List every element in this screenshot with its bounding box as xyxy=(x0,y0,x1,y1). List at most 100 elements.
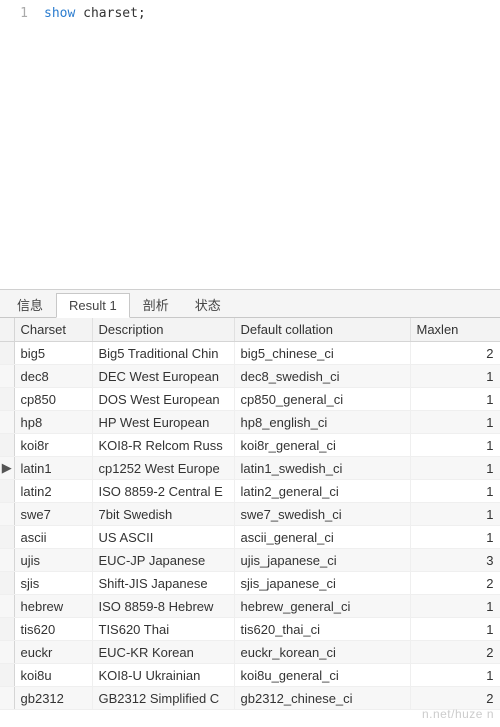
cell-charset[interactable]: latin2 xyxy=(14,480,92,503)
cell-maxlen[interactable]: 1 xyxy=(410,388,500,411)
cell-charset[interactable]: swe7 xyxy=(14,503,92,526)
cell-collation[interactable]: hp8_english_ci xyxy=(234,411,410,434)
table-row[interactable]: hebrewISO 8859-8 Hebrewhebrew_general_ci… xyxy=(0,595,500,618)
editor-code[interactable]: show charset; xyxy=(44,6,146,21)
table-row[interactable]: tis620TIS620 Thaitis620_thai_ci1 xyxy=(0,618,500,641)
row-marker xyxy=(0,480,14,503)
cell-description[interactable]: HP West European xyxy=(92,411,234,434)
cell-charset[interactable]: latin1 xyxy=(14,457,92,480)
cell-charset[interactable]: gb2312 xyxy=(14,687,92,710)
col-description[interactable]: Description xyxy=(92,318,234,342)
col-collation[interactable]: Default collation xyxy=(234,318,410,342)
cell-collation[interactable]: big5_chinese_ci xyxy=(234,342,410,365)
cell-collation[interactable]: dec8_swedish_ci xyxy=(234,365,410,388)
cell-collation[interactable]: koi8r_general_ci xyxy=(234,434,410,457)
cell-maxlen[interactable]: 3 xyxy=(410,549,500,572)
grid-header-row: Charset Description Default collation Ma… xyxy=(0,318,500,342)
table-row[interactable]: asciiUS ASCIIascii_general_ci1 xyxy=(0,526,500,549)
tab-status[interactable]: 状态 xyxy=(182,290,234,318)
table-row[interactable]: dec8DEC West Europeandec8_swedish_ci1 xyxy=(0,365,500,388)
table-row[interactable]: ujisEUC-JP Japaneseujis_japanese_ci3 xyxy=(0,549,500,572)
cell-maxlen[interactable]: 1 xyxy=(410,664,500,687)
cell-collation[interactable]: ascii_general_ci xyxy=(234,526,410,549)
col-charset[interactable]: Charset xyxy=(14,318,92,342)
tab-info[interactable]: 信息 xyxy=(4,290,56,318)
row-marker-header xyxy=(0,318,14,342)
cell-description[interactable]: GB2312 Simplified C xyxy=(92,687,234,710)
table-row[interactable]: ▶latin1cp1252 West Europelatin1_swedish_… xyxy=(0,457,500,480)
cell-description[interactable]: ISO 8859-2 Central E xyxy=(92,480,234,503)
row-marker xyxy=(0,572,14,595)
cell-maxlen[interactable]: 2 xyxy=(410,641,500,664)
cell-maxlen[interactable]: 1 xyxy=(410,457,500,480)
cell-collation[interactable]: cp850_general_ci xyxy=(234,388,410,411)
table-row[interactable]: euckrEUC-KR Koreaneuckr_korean_ci2 xyxy=(0,641,500,664)
cell-collation[interactable]: koi8u_general_ci xyxy=(234,664,410,687)
cell-maxlen[interactable]: 1 xyxy=(410,434,500,457)
cell-description[interactable]: cp1252 West Europe xyxy=(92,457,234,480)
cell-maxlen[interactable]: 1 xyxy=(410,526,500,549)
cell-maxlen[interactable]: 1 xyxy=(410,411,500,434)
cell-description[interactable]: 7bit Swedish xyxy=(92,503,234,526)
cell-charset[interactable]: cp850 xyxy=(14,388,92,411)
cell-description[interactable]: EUC-JP Japanese xyxy=(92,549,234,572)
table-row[interactable]: cp850DOS West Europeancp850_general_ci1 xyxy=(0,388,500,411)
cell-description[interactable]: DOS West European xyxy=(92,388,234,411)
cell-description[interactable]: TIS620 Thai xyxy=(92,618,234,641)
cell-maxlen[interactable]: 2 xyxy=(410,687,500,710)
table-row[interactable]: gb2312GB2312 Simplified Cgb2312_chinese_… xyxy=(0,687,500,710)
cell-description[interactable]: Big5 Traditional Chin xyxy=(92,342,234,365)
cell-maxlen[interactable]: 2 xyxy=(410,572,500,595)
cell-description[interactable]: KOI8-U Ukrainian xyxy=(92,664,234,687)
cell-charset[interactable]: tis620 xyxy=(14,618,92,641)
cell-collation[interactable]: euckr_korean_ci xyxy=(234,641,410,664)
cell-charset[interactable]: hebrew xyxy=(14,595,92,618)
cell-maxlen[interactable]: 1 xyxy=(410,503,500,526)
cell-collation[interactable]: hebrew_general_ci xyxy=(234,595,410,618)
cell-description[interactable]: ISO 8859-8 Hebrew xyxy=(92,595,234,618)
row-marker xyxy=(0,687,14,710)
sql-editor-pane[interactable]: 1 show charset; xyxy=(0,0,500,290)
cell-charset[interactable]: ascii xyxy=(14,526,92,549)
cell-collation[interactable]: latin2_general_ci xyxy=(234,480,410,503)
cell-maxlen[interactable]: 1 xyxy=(410,618,500,641)
cell-maxlen[interactable]: 1 xyxy=(410,480,500,503)
result-grid[interactable]: Charset Description Default collation Ma… xyxy=(0,318,500,710)
cell-charset[interactable]: ujis xyxy=(14,549,92,572)
cell-charset[interactable]: koi8u xyxy=(14,664,92,687)
cell-charset[interactable]: euckr xyxy=(14,641,92,664)
result-grid-wrap[interactable]: Charset Description Default collation Ma… xyxy=(0,318,500,727)
cell-charset[interactable]: sjis xyxy=(14,572,92,595)
cell-collation[interactable]: gb2312_chinese_ci xyxy=(234,687,410,710)
cell-description[interactable]: KOI8-R Relcom Russ xyxy=(92,434,234,457)
cell-maxlen[interactable]: 2 xyxy=(410,342,500,365)
cell-charset[interactable]: koi8r xyxy=(14,434,92,457)
col-maxlen[interactable]: Maxlen xyxy=(410,318,500,342)
cell-charset[interactable]: dec8 xyxy=(14,365,92,388)
row-marker xyxy=(0,549,14,572)
cell-description[interactable]: Shift-JIS Japanese xyxy=(92,572,234,595)
cell-collation[interactable]: ujis_japanese_ci xyxy=(234,549,410,572)
table-row[interactable]: big5Big5 Traditional Chinbig5_chinese_ci… xyxy=(0,342,500,365)
cell-description[interactable]: EUC-KR Korean xyxy=(92,641,234,664)
cell-collation[interactable]: tis620_thai_ci xyxy=(234,618,410,641)
table-row[interactable]: koi8rKOI8-R Relcom Russkoi8r_general_ci1 xyxy=(0,434,500,457)
table-row[interactable]: sjisShift-JIS Japanesesjis_japanese_ci2 xyxy=(0,572,500,595)
cell-collation[interactable]: latin1_swedish_ci xyxy=(234,457,410,480)
tab-profile[interactable]: 剖析 xyxy=(130,290,182,318)
cell-maxlen[interactable]: 1 xyxy=(410,595,500,618)
cell-charset[interactable]: big5 xyxy=(14,342,92,365)
table-row[interactable]: hp8HP West Europeanhp8_english_ci1 xyxy=(0,411,500,434)
table-row[interactable]: swe77bit Swedishswe7_swedish_ci1 xyxy=(0,503,500,526)
cell-description[interactable]: DEC West European xyxy=(92,365,234,388)
cell-description[interactable]: US ASCII xyxy=(92,526,234,549)
cell-charset[interactable]: hp8 xyxy=(14,411,92,434)
cell-maxlen[interactable]: 1 xyxy=(410,365,500,388)
table-row[interactable]: latin2ISO 8859-2 Central Elatin2_general… xyxy=(0,480,500,503)
tab-result-1[interactable]: Result 1 xyxy=(56,293,130,318)
row-marker xyxy=(0,342,14,365)
cell-collation[interactable]: sjis_japanese_ci xyxy=(234,572,410,595)
table-row[interactable]: koi8uKOI8-U Ukrainiankoi8u_general_ci1 xyxy=(0,664,500,687)
row-marker xyxy=(0,411,14,434)
cell-collation[interactable]: swe7_swedish_ci xyxy=(234,503,410,526)
